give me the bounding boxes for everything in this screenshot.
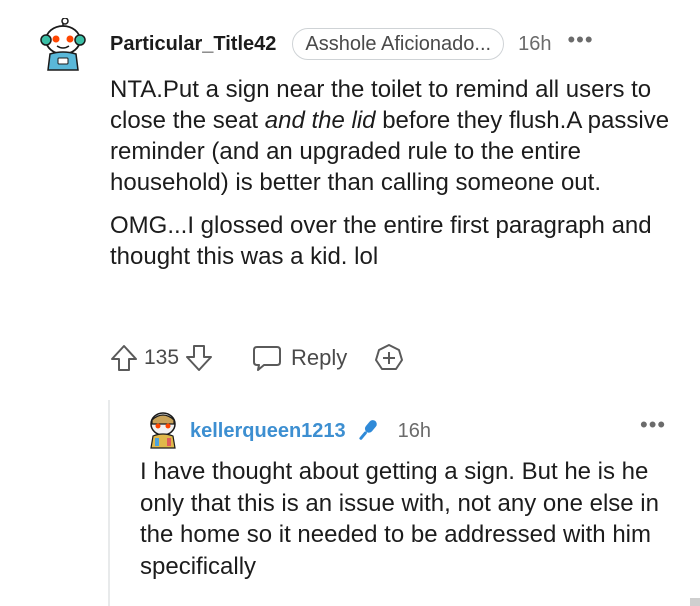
comment-body: NTA.Put a sign near the toilet to remind…	[110, 74, 680, 284]
upvote-icon[interactable]	[108, 342, 140, 374]
reply-bubble-icon	[251, 343, 291, 373]
reply-label: Reply	[291, 345, 348, 370]
reply-button[interactable]: Reply	[251, 343, 347, 373]
emphasis-text: and the lid	[264, 107, 376, 134]
microphone-icon	[354, 416, 380, 446]
user-flair-badge: Asshole Aficionado...	[292, 28, 505, 60]
comment-timestamp[interactable]: 16h	[398, 420, 431, 443]
reply-comment-header: kellerqueen1213 16h	[190, 416, 670, 446]
reply-comment-body: I have thought about getting a sign. But…	[140, 456, 680, 582]
add-award-icon[interactable]	[373, 342, 405, 374]
comment-thread: Particular_Title42 Asshole Aficionado...…	[0, 0, 700, 606]
comment-paragraph: I have thought about getting a sign. But…	[140, 458, 659, 580]
comment-timestamp[interactable]: 16h	[518, 33, 551, 56]
scrollbar-handle[interactable]	[690, 598, 700, 606]
username-link[interactable]: Particular_Title42	[110, 33, 276, 56]
vote-count: 135	[144, 346, 180, 369]
more-options-icon[interactable]: •••	[640, 412, 666, 438]
comment-paragraph-2: OMG...I glossed over the entire first pa…	[110, 212, 652, 270]
snoo-avatar-icon[interactable]	[38, 17, 88, 74]
comment-paragraph-1: NTA.Put a sign near the toilet to remind…	[110, 74, 680, 198]
downvote-icon[interactable]	[183, 342, 215, 374]
snoo-avatar-icon[interactable]	[146, 410, 180, 450]
thread-line[interactable]	[108, 400, 110, 606]
comment-action-bar: 135 Reply	[108, 340, 405, 376]
comment-header: Particular_Title42 Asshole Aficionado...…	[110, 28, 690, 60]
more-options-icon[interactable]: •••	[567, 29, 593, 51]
op-username-link[interactable]: kellerqueen1213	[190, 420, 346, 443]
